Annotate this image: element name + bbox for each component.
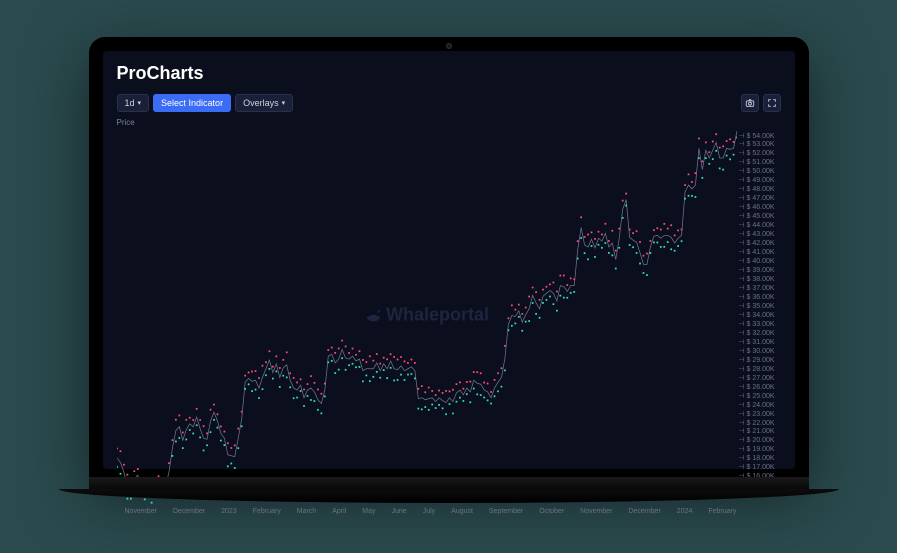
fullscreen-button[interactable] [763, 94, 781, 112]
y-tick: ⊣ $ 41.00K [739, 249, 781, 256]
y-tick: ⊣ $ 45.00K [739, 213, 781, 220]
x-tick: April [332, 508, 346, 515]
y-tick: ⊣ $ 52.00K [739, 150, 781, 157]
y-tick: ⊣ $ 19.00K [739, 446, 781, 453]
y-tick: ⊣ $ 21.00K [739, 428, 781, 435]
y-tick: ⊣ $ 34.00K [739, 312, 781, 319]
y-tick: ⊣ $ 47.00K [739, 195, 781, 202]
x-tick: 2024 [677, 508, 693, 515]
laptop-camera [446, 43, 452, 49]
y-tick: ⊣ $ 48.00K [739, 186, 781, 193]
y-tick: ⊣ $ 23.00K [739, 411, 781, 418]
x-tick: October [539, 508, 564, 515]
y-tick: ⊣ $ 37.00K [739, 285, 781, 292]
y-tick: ⊣ $ 49.00K [739, 177, 781, 184]
laptop-frame: ProCharts 1d ▾ Select Indicator Overlays… [89, 37, 809, 517]
x-tick: February [708, 508, 736, 515]
chart-plot[interactable]: Whaleportal [117, 129, 737, 506]
chart-area[interactable]: Whaleportal ⊣ $ 54.00K⊣ $ 53.00K ⊣ $ 52.0… [117, 129, 781, 506]
y-tick: ⊣ $ 42.00K [739, 240, 781, 247]
x-tick: December [173, 508, 205, 515]
app-window: ProCharts 1d ▾ Select Indicator Overlays… [103, 51, 795, 469]
x-tick: December [628, 508, 660, 515]
overlays-label: Overlays [243, 98, 279, 108]
y-tick: ⊣ $ 43.00K [739, 231, 781, 238]
y-tick: ⊣ $ 25.00K [739, 393, 781, 400]
price-chart-svg [117, 129, 737, 506]
laptop-base [89, 477, 809, 495]
y-tick: ⊣ $ 40.00K [739, 258, 781, 265]
x-tick: May [362, 508, 375, 515]
y-tick: ⊣ $ 31.00K [739, 339, 781, 346]
y-tick: ⊣ $ 26.00K [739, 384, 781, 391]
toolbar-left: 1d ▾ Select Indicator Overlays ▾ [117, 94, 294, 112]
x-axis: November December 2023 February March April Ma… [117, 506, 781, 515]
timeframe-label: 1d [125, 98, 135, 108]
y-tick: ⊣ $ 18.00K [739, 455, 781, 462]
y-tick: ⊣ $ 20.00K [739, 437, 781, 444]
y-tick: ⊣ $ 22.00K [739, 420, 781, 427]
y-tick: ⊣ $ 44.00K [739, 222, 781, 229]
y-tick: ⊣ $ 38.00K [739, 276, 781, 283]
y-tick: ⊣ $ 54.00K [739, 133, 781, 140]
select-indicator-button[interactable]: Select Indicator [153, 94, 231, 112]
y-tick: ⊣ $ 35.00K [739, 303, 781, 310]
y-tick: ⊣ $ 17.00K [739, 464, 781, 471]
timeframe-dropdown[interactable]: 1d ▾ [117, 94, 150, 112]
toolbar-right [741, 94, 781, 112]
y-tick: ⊣ $ 33.00K [739, 321, 781, 328]
expand-icon [767, 98, 777, 108]
page-title: ProCharts [117, 63, 781, 84]
x-tick: February [253, 508, 281, 515]
overlays-dropdown[interactable]: Overlays ▾ [235, 94, 293, 112]
series-label: Price [117, 118, 781, 127]
y-tick: ⊣ $ 29.00K [739, 357, 781, 364]
y-tick: ⊣ $ 32.00K [739, 330, 781, 337]
chevron-down-icon: ▾ [282, 99, 286, 107]
toolbar: 1d ▾ Select Indicator Overlays ▾ [117, 94, 781, 112]
y-tick: ⊣ $ 30.00K [739, 348, 781, 355]
x-tick: March [297, 508, 316, 515]
x-tick: September [489, 508, 523, 515]
y-tick: ⊣ $ 28.00K [739, 366, 781, 373]
x-tick: June [392, 508, 407, 515]
y-tick: ⊣ $ 51.00K [739, 159, 781, 166]
y-tick: ⊣ $ 27.00K [739, 375, 781, 382]
x-tick: November [125, 508, 157, 515]
y-tick: ⊣ $ 24.00K [739, 402, 781, 409]
x-tick: November [580, 508, 612, 515]
x-tick: July [423, 508, 435, 515]
chevron-down-icon: ▾ [138, 99, 142, 107]
y-tick: ⊣ $ 36.00K [739, 294, 781, 301]
x-tick: August [451, 508, 473, 515]
laptop-screen: ProCharts 1d ▾ Select Indicator Overlays… [89, 37, 809, 477]
y-axis: ⊣ $ 54.00K⊣ $ 53.00K ⊣ $ 52.00K ⊣ $ 51.00K… [737, 129, 781, 506]
y-tick: ⊣ $ 53.00K [739, 141, 781, 148]
x-tick: 2023 [221, 508, 237, 515]
y-tick: ⊣ $ 39.00K [739, 267, 781, 274]
screenshot-button[interactable] [741, 94, 759, 112]
y-tick: ⊣ $ 50.00K [739, 168, 781, 175]
camera-icon [745, 98, 755, 108]
y-tick: ⊣ $ 46.00K [739, 204, 781, 211]
